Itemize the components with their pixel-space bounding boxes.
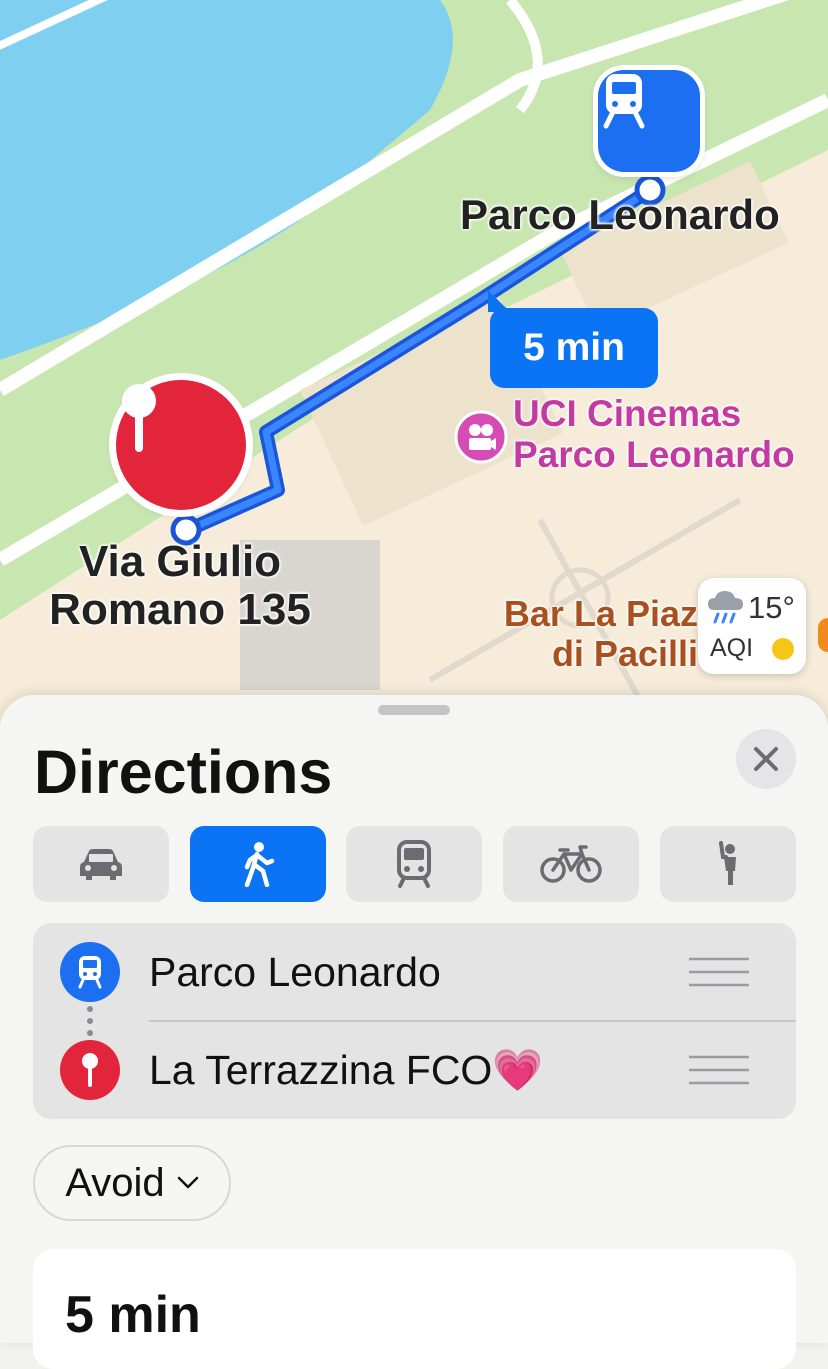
avoid-dropdown-button[interactable]: Avoid	[33, 1145, 231, 1221]
cinema-label-line1: UCI Cinemas	[513, 393, 742, 434]
directions-sheet: Directions Parco Leonardo La Terrazzina …	[0, 695, 828, 1369]
aqi-indicator-dot	[772, 638, 794, 660]
mode-transit-button[interactable]	[346, 826, 482, 902]
weather-widget[interactable]: 15° AQI	[698, 578, 806, 674]
destination-label-line1: Via Giulio	[78, 537, 282, 586]
map-view[interactable]: Parco Leonardo Via Giulio Romano 135 5 m…	[0, 0, 828, 720]
cinema-poi-label[interactable]: UCI Cinemas Parco Leonardo	[513, 393, 795, 475]
route-option-card[interactable]: 5 min	[33, 1249, 796, 1369]
stop-destination-label: La Terrazzina FCO💗	[149, 1047, 544, 1093]
station-pin[interactable]	[598, 70, 700, 172]
route-stops-list: Parco Leonardo La Terrazzina FCO💗	[33, 923, 796, 1119]
destination-label-line2: Romano 135	[49, 585, 311, 635]
station-map-label: Parco Leonardo	[460, 191, 780, 238]
close-icon	[754, 747, 778, 771]
mode-ride-button[interactable]	[660, 826, 796, 902]
transport-mode-selector	[33, 826, 796, 902]
train-icon	[603, 74, 645, 129]
car-icon	[80, 849, 122, 880]
mode-walk-button[interactable]	[190, 826, 326, 902]
destination-map-label: Via Giulio Romano 135	[30, 537, 330, 635]
ride-share-icon	[719, 841, 736, 885]
stop-origin-row[interactable]: Parco Leonardo	[33, 923, 796, 1021]
drag-handle-icon[interactable]	[689, 957, 749, 987]
sheet-grabber[interactable]	[378, 705, 450, 715]
pin-icon	[82, 1053, 98, 1087]
mode-drive-button[interactable]	[33, 826, 169, 902]
mode-cycle-button[interactable]	[503, 826, 639, 902]
bar-label-line1: Bar La Piaz	[503, 593, 698, 634]
bar-poi-marker[interactable]	[818, 618, 828, 652]
cinema-label-line2: Parco Leonardo	[513, 433, 795, 475]
aqi-label: AQI	[710, 634, 754, 662]
chevron-down-icon	[177, 1176, 198, 1189]
rain-cloud-icon	[708, 591, 743, 624]
page-title: Directions	[34, 738, 333, 806]
avoid-label: Avoid	[65, 1160, 165, 1205]
stop-origin-label: Parco Leonardo	[149, 949, 441, 995]
weather-temperature: 15°	[748, 590, 795, 625]
walking-icon	[244, 842, 275, 887]
drag-handle-icon[interactable]	[689, 1055, 749, 1085]
bicycle-icon	[540, 845, 602, 883]
stop-destination-row[interactable]: La Terrazzina FCO💗	[33, 1021, 796, 1119]
pin-icon	[122, 384, 156, 452]
stop-origin-badge	[60, 942, 120, 1002]
bar-label-line2: di Pacilli	[551, 632, 698, 674]
route-time: 5 min	[65, 1286, 201, 1344]
stop-destination-badge	[60, 1040, 120, 1100]
train-icon	[78, 956, 102, 989]
train-icon	[397, 840, 431, 888]
cinema-icon[interactable]	[454, 410, 508, 464]
close-button[interactable]	[736, 729, 796, 789]
destination-pin[interactable]	[116, 380, 246, 510]
bar-poi-label[interactable]: Bar La Piaz di Pacilli	[478, 594, 698, 673]
route-eta-bubble[interactable]: 5 min	[488, 290, 658, 388]
